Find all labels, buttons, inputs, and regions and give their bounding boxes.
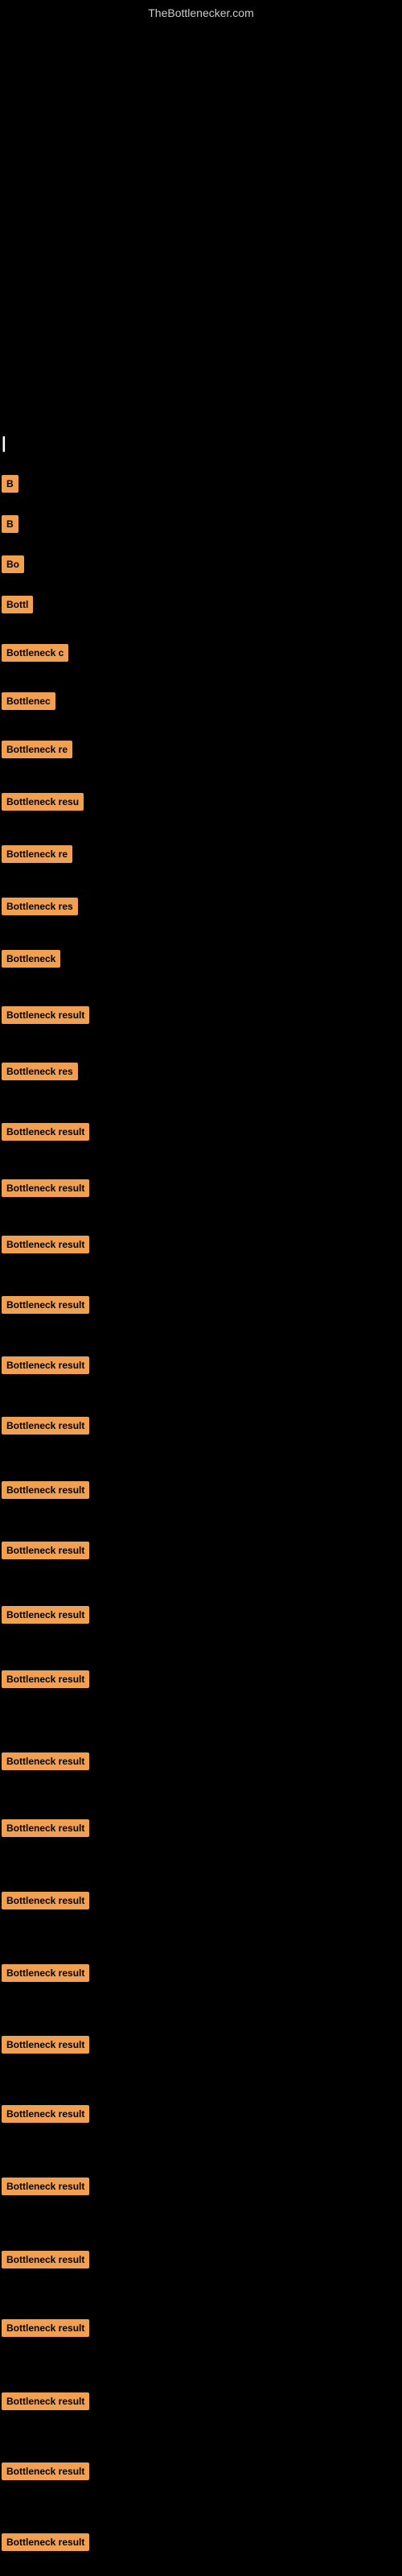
bottleneck-result-label: Bottleneck result — [2, 1296, 89, 1314]
bottleneck-result-label: Bottleneck result — [2, 2533, 89, 2551]
bottleneck-result-label: Bottleneck result — [2, 2392, 89, 2410]
bottleneck-result-label: Bottleneck — [2, 950, 60, 968]
bottleneck-result-label: Bottleneck result — [2, 1542, 89, 1559]
bottleneck-result-label: Bottleneck result — [2, 1670, 89, 1688]
bottleneck-result-label: Bottleneck result — [2, 1964, 89, 1982]
bottleneck-result-label: Bottleneck resu — [2, 793, 84, 811]
bottleneck-result-label: Bottleneck re — [2, 741, 72, 758]
bottleneck-result-label: Bottleneck result — [2, 2462, 89, 2480]
bottleneck-result-label: Bottlenec — [2, 692, 55, 710]
bottleneck-result-label: Bottleneck res — [2, 898, 78, 915]
bottleneck-result-label: Bottleneck result — [2, 1006, 89, 1024]
bottleneck-result-label: Bottleneck result — [2, 2105, 89, 2123]
bottleneck-result-label: Bottleneck result — [2, 2319, 89, 2337]
bottleneck-result-label: Bottleneck result — [2, 1417, 89, 1435]
bottleneck-result-label: Bottleneck res — [2, 1063, 78, 1080]
bottleneck-result-label: Bottleneck result — [2, 1123, 89, 1141]
bottleneck-result-label: Bottleneck result — [2, 1752, 89, 1770]
bottleneck-result-label: Bottleneck result — [2, 2178, 89, 2195]
bottleneck-result-label: Bottleneck result — [2, 1356, 89, 1374]
bottleneck-result-label: B — [2, 515, 18, 533]
bottleneck-result-label: B — [2, 475, 18, 493]
bottleneck-result-label: Bottleneck re — [2, 845, 72, 863]
text-cursor: | — [2, 435, 6, 453]
bottleneck-result-label: Bottleneck c — [2, 644, 68, 662]
bottleneck-result-label: Bottleneck result — [2, 1236, 89, 1253]
bottleneck-result-label: Bottleneck result — [2, 1481, 89, 1499]
bottleneck-result-label: Bottleneck result — [2, 2036, 89, 2054]
bottleneck-result-label: Bottleneck result — [2, 1819, 89, 1837]
bottleneck-result-label: Bottl — [2, 596, 33, 613]
bottleneck-result-label: Bo — [2, 555, 24, 573]
bottleneck-result-label: Bottleneck result — [2, 1179, 89, 1197]
bottleneck-result-label: Bottleneck result — [2, 2251, 89, 2268]
bottleneck-result-label: Bottleneck result — [2, 1606, 89, 1624]
bottleneck-result-label: Bottleneck result — [2, 1892, 89, 1909]
site-title: TheBottlenecker.com — [148, 6, 254, 19]
